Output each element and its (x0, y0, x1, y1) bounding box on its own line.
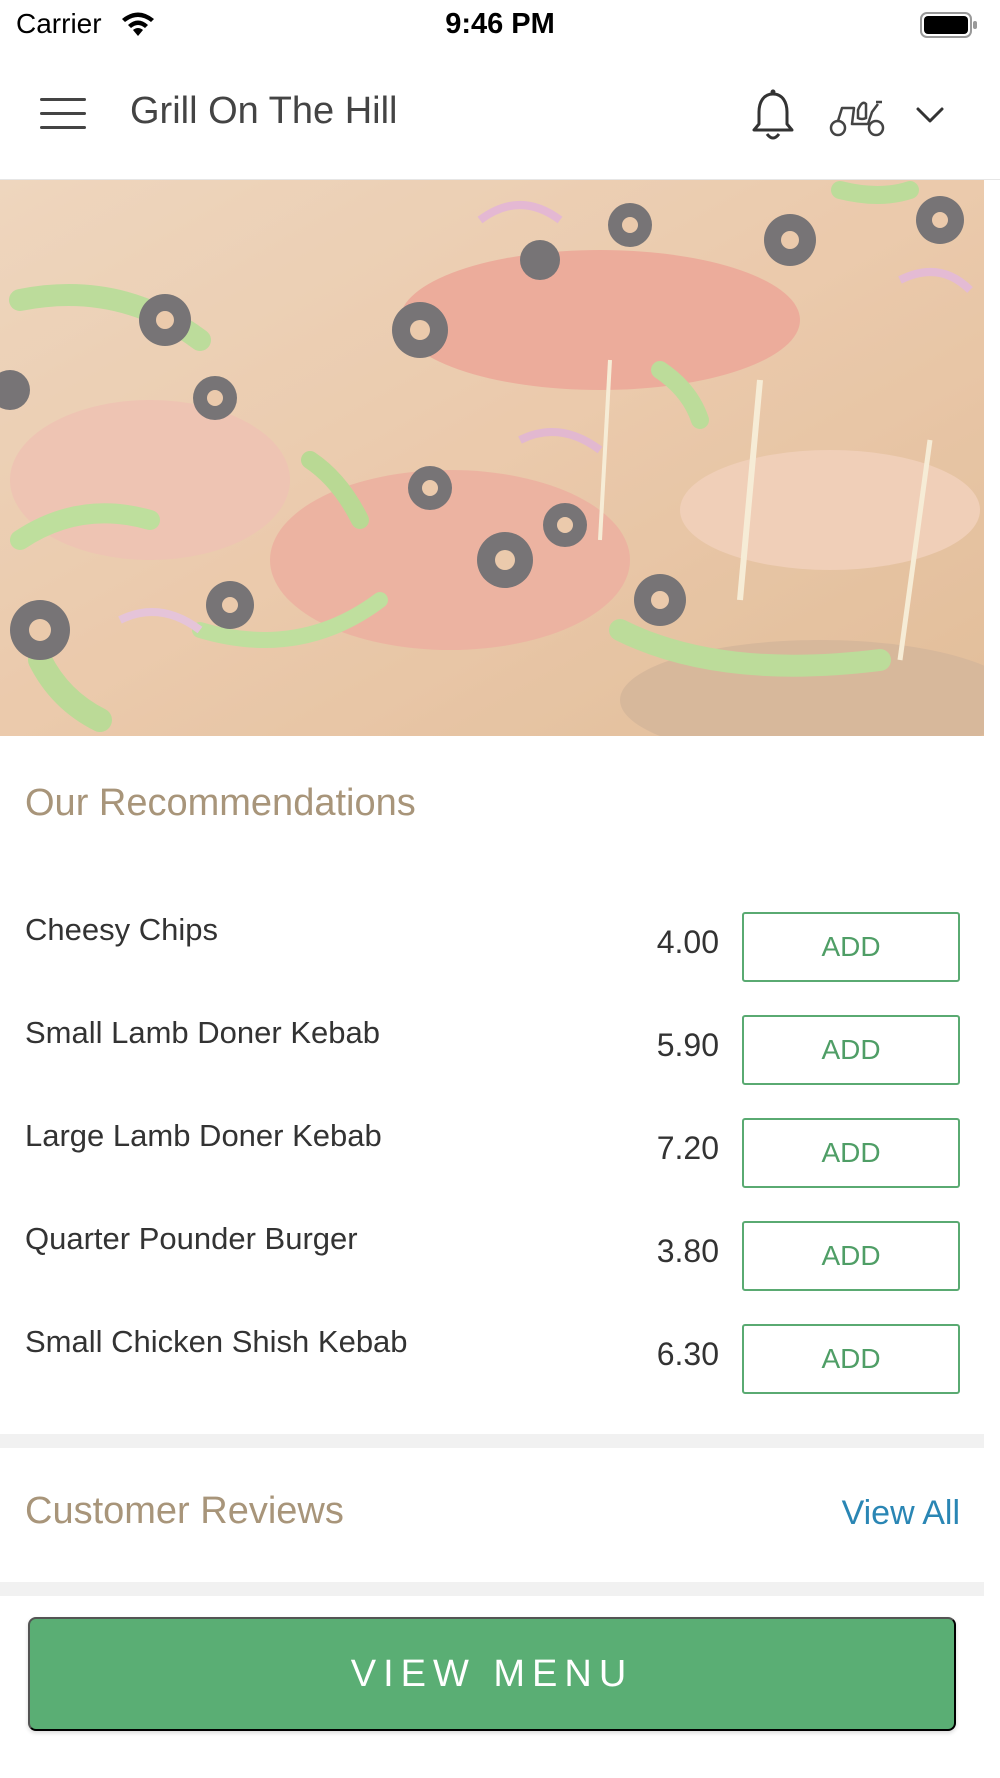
menu-icon[interactable] (40, 98, 86, 132)
item-price: 7.20 (656, 1130, 719, 1166)
item-name: Quarter Pounder Burger (25, 1221, 358, 1256)
add-button[interactable]: ADD (742, 1015, 960, 1085)
hero-pizza-image (0, 180, 984, 736)
restaurant-title: Grill On The Hill (130, 90, 398, 132)
bell-icon[interactable] (750, 88, 796, 142)
scooter-icon[interactable] (828, 94, 888, 138)
chevron-down-icon[interactable] (914, 104, 946, 126)
add-button[interactable]: ADD (742, 912, 960, 982)
app-header: Grill On The Hill (0, 48, 1000, 180)
reviews-heading: Customer Reviews (25, 1490, 344, 1532)
item-name: Small Chicken Shish Kebab (25, 1324, 408, 1359)
item-price: 3.80 (656, 1233, 719, 1269)
add-button[interactable]: ADD (742, 1324, 960, 1394)
item-price: 5.90 (656, 1027, 719, 1063)
list-item: Large Lamb Doner Kebab 7.20 ADD (0, 1104, 984, 1207)
item-name: Large Lamb Doner Kebab (25, 1118, 382, 1153)
list-item: Small Chicken Shish Kebab 6.30 ADD (0, 1310, 984, 1413)
add-button[interactable]: ADD (742, 1118, 960, 1188)
list-item: Quarter Pounder Burger 3.80 ADD (0, 1207, 984, 1310)
item-price: 4.00 (656, 924, 719, 960)
list-item: Cheesy Chips 4.00 ADD (0, 898, 984, 1001)
add-button[interactable]: ADD (742, 1221, 960, 1291)
status-bar: Carrier 9:46 PM (0, 0, 1000, 48)
view-menu-button[interactable]: VIEW MENU (28, 1617, 956, 1731)
item-name: Small Lamb Doner Kebab (25, 1015, 380, 1050)
recommendations-heading: Our Recommendations (25, 782, 416, 824)
clock: 9:46 PM (445, 8, 555, 40)
recommendations-list: Cheesy Chips 4.00 ADD Small Lamb Doner K… (0, 898, 984, 1413)
battery-icon (920, 12, 977, 38)
pizza-photo (0, 180, 984, 736)
item-name: Cheesy Chips (25, 912, 218, 947)
section-divider (0, 1434, 984, 1448)
item-price: 6.30 (656, 1336, 719, 1372)
section-divider (0, 1582, 984, 1596)
view-all-reviews-link[interactable]: View All (842, 1494, 960, 1533)
list-item: Small Lamb Doner Kebab 5.90 ADD (0, 1001, 984, 1104)
